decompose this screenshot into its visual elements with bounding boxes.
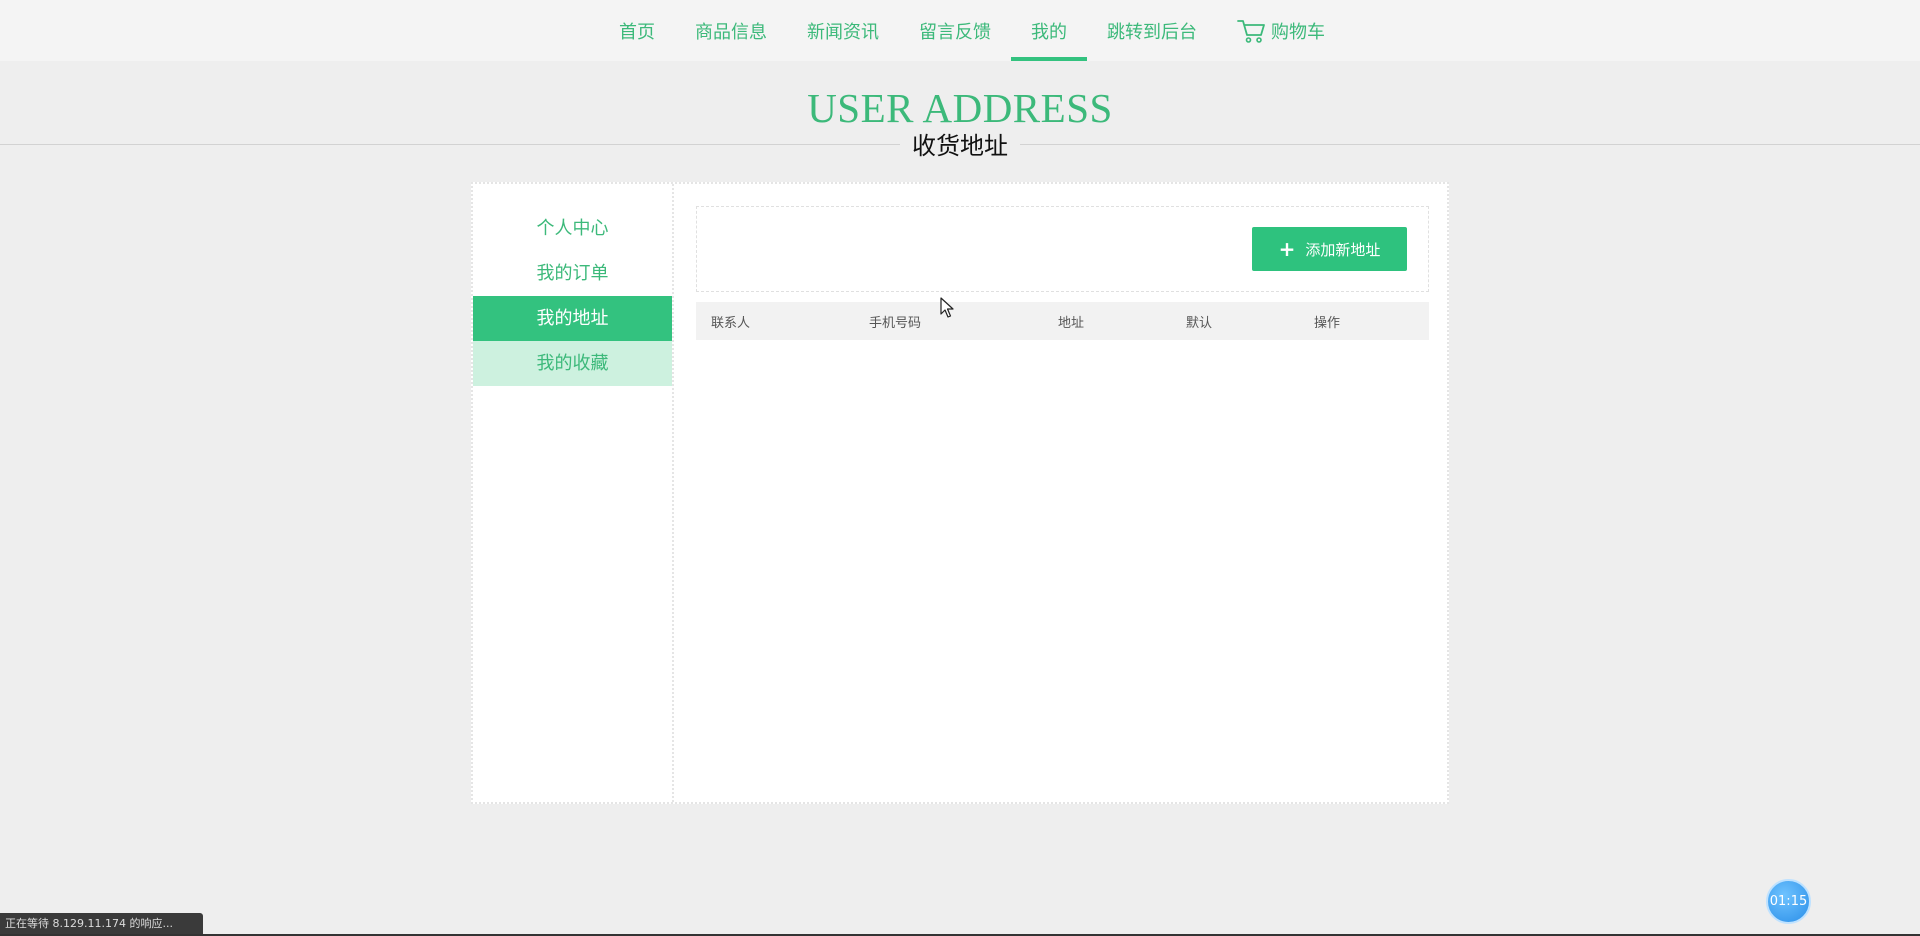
sidebar-item-address[interactable]: 我的地址 bbox=[473, 296, 672, 341]
nav-item-home[interactable]: 首页 bbox=[599, 0, 675, 61]
column-actions: 操作 bbox=[1299, 302, 1429, 340]
sidebar-item-favorites[interactable]: 我的收藏 bbox=[473, 341, 672, 386]
nav-item-news[interactable]: 新闻资讯 bbox=[787, 0, 899, 61]
column-address: 地址 bbox=[1043, 302, 1171, 340]
cart-icon bbox=[1237, 18, 1267, 44]
nav-item-products[interactable]: 商品信息 bbox=[675, 0, 787, 61]
timer-badge[interactable]: 01:15 bbox=[1766, 879, 1811, 924]
account-sidebar: 个人中心 我的订单 我的地址 我的收藏 bbox=[473, 184, 674, 802]
address-panel: 个人中心 我的订单 我的地址 我的收藏 + 添加新地址 联系人 手机号码 地址 … bbox=[471, 182, 1449, 804]
nav-item-feedback[interactable]: 留言反馈 bbox=[899, 0, 1011, 61]
column-default: 默认 bbox=[1171, 302, 1299, 340]
column-contact: 联系人 bbox=[696, 302, 854, 340]
browser-status-bar: 正在等待 8.129.11.174 的响应... bbox=[0, 913, 203, 935]
sidebar-item-orders[interactable]: 我的订单 bbox=[473, 251, 672, 296]
action-bar: + 添加新地址 bbox=[696, 206, 1429, 292]
address-content: + 添加新地址 联系人 手机号码 地址 默认 操作 bbox=[696, 206, 1429, 340]
mouse-cursor-icon bbox=[940, 297, 954, 323]
add-address-button[interactable]: + 添加新地址 bbox=[1252, 227, 1407, 271]
sidebar-item-profile[interactable]: 个人中心 bbox=[473, 206, 672, 251]
page-subtitle: 收货地址 bbox=[900, 129, 1020, 163]
nav-item-cart[interactable]: 购物车 bbox=[1217, 0, 1345, 61]
nav-item-admin[interactable]: 跳转到后台 bbox=[1087, 0, 1217, 61]
nav-item-mine[interactable]: 我的 bbox=[1011, 0, 1087, 61]
page-title: USER ADDRESS bbox=[807, 85, 1113, 131]
plus-icon: + bbox=[1278, 237, 1296, 261]
table-header: 联系人 手机号码 地址 默认 操作 bbox=[696, 302, 1429, 340]
address-table: 联系人 手机号码 地址 默认 操作 bbox=[696, 302, 1429, 340]
nav-list: 首页 商品信息 新闻资讯 留言反馈 我的 跳转到后台 购物车 bbox=[599, 0, 1345, 61]
add-address-label: 添加新地址 bbox=[1305, 240, 1381, 259]
cart-label: 购物车 bbox=[1271, 21, 1325, 43]
table-header-row: 联系人 手机号码 地址 默认 操作 bbox=[696, 302, 1429, 340]
sidebar-list: 个人中心 我的订单 我的地址 我的收藏 bbox=[473, 184, 672, 386]
top-nav: 首页 商品信息 新闻资讯 留言反馈 我的 跳转到后台 购物车 bbox=[0, 0, 1920, 61]
